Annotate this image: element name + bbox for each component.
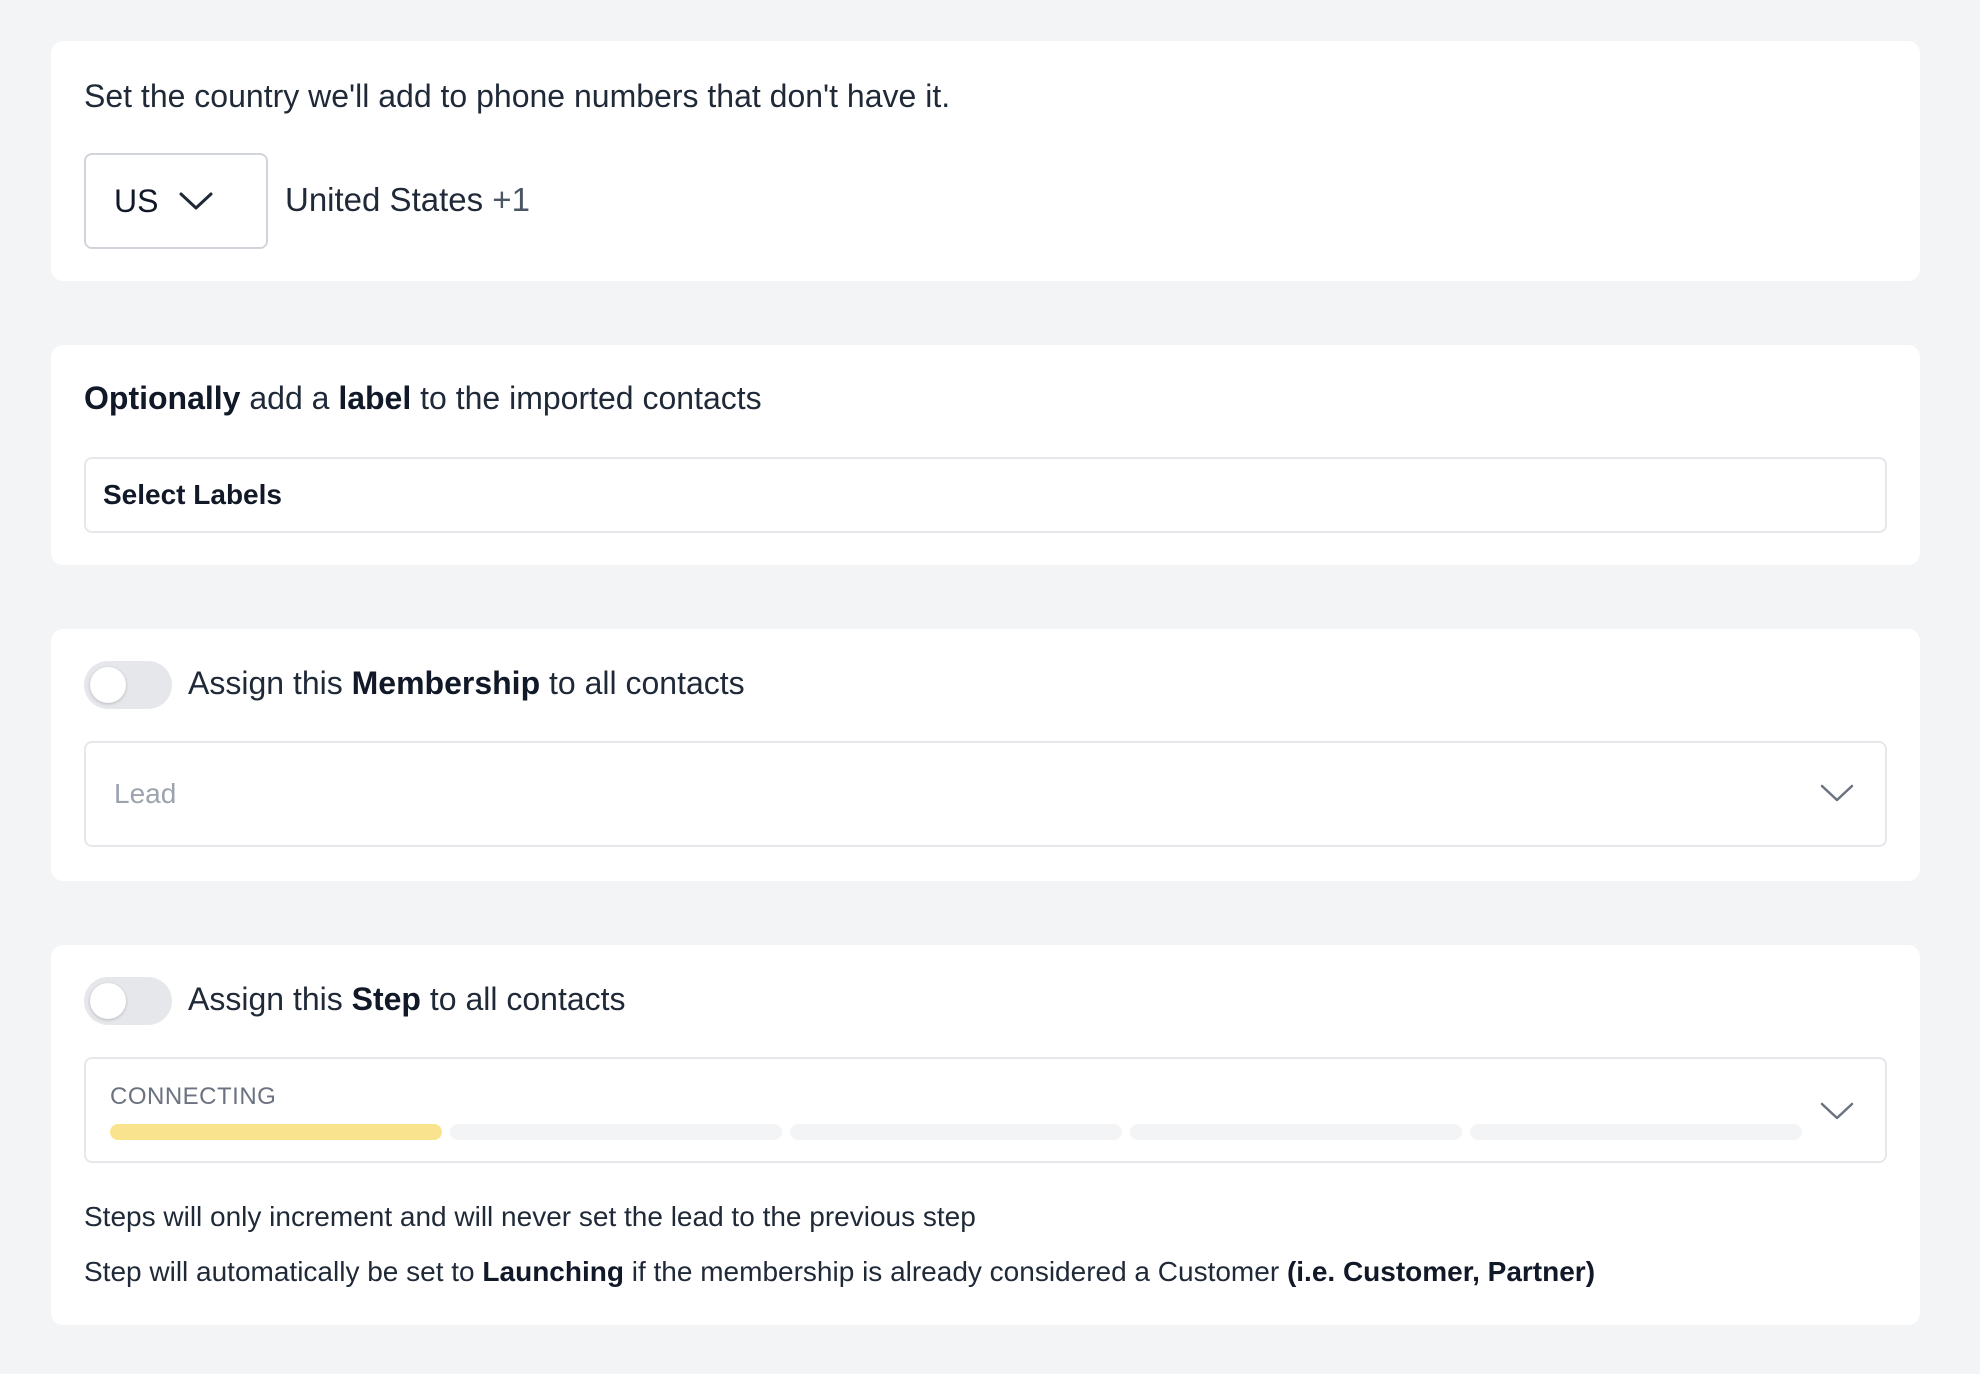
country-name-display: United States +1 <box>285 181 530 219</box>
step-note-increment: Steps will only increment and will never… <box>84 1201 976 1232</box>
membership-label-text-2: to all contacts <box>540 665 745 701</box>
label-desc-text-2: to the imported contacts <box>411 380 762 416</box>
country-card: Set the country we'll add to phone numbe… <box>51 41 1920 281</box>
toggle-knob <box>90 983 126 1019</box>
step-progress-segment <box>790 1124 1122 1140</box>
step-label-text-1: Assign this <box>188 981 352 1017</box>
select-labels-input[interactable]: Select Labels <box>84 457 1887 533</box>
membership-card: Assign this Membership to all contacts L… <box>51 629 1920 881</box>
country-dial-code: +1 <box>492 181 530 218</box>
step-label-text-2: to all contacts <box>420 981 626 1017</box>
step-progress-segment <box>110 1124 442 1140</box>
step-progress-segment <box>1470 1124 1802 1140</box>
chevron-down-icon <box>1819 1101 1855 1121</box>
label-card: Optionally add a label to the imported c… <box>51 345 1920 565</box>
step-progress-segment <box>1130 1124 1462 1140</box>
label-desc-bold-optionally: Optionally <box>84 380 241 416</box>
note-text-2: if the membership is already considered … <box>623 1256 1287 1287</box>
step-progress-segment <box>450 1124 782 1140</box>
step-toggle-label: Assign this Step to all contacts <box>188 981 626 1018</box>
membership-select[interactable]: Lead <box>84 741 1887 847</box>
membership-toggle[interactable] <box>84 661 172 709</box>
country-select[interactable]: US <box>84 153 268 249</box>
step-card: Assign this Step to all contacts CONNECT… <box>51 945 1920 1325</box>
step-note-launching: Step will automatically be set to Launch… <box>84 1256 1595 1288</box>
country-description: Set the country we'll add to phone numbe… <box>84 78 951 114</box>
step-progress-bars <box>110 1124 1802 1140</box>
country-code: US <box>114 182 159 219</box>
chevron-down-icon <box>178 191 214 211</box>
note-text-1: Step will automatically be set to <box>84 1256 483 1287</box>
label-desc-text-1: add a <box>240 380 339 416</box>
label-desc-bold-label: label <box>338 380 412 416</box>
membership-selected-value: Lead <box>114 778 177 809</box>
note-bold-examples: (i.e. Customer, Partner) <box>1286 1256 1596 1287</box>
membership-label-text-1: Assign this <box>188 665 352 701</box>
membership-label-bold: Membership <box>351 665 541 701</box>
step-toggle[interactable] <box>84 977 172 1025</box>
step-selected-name: CONNECTING <box>110 1083 277 1110</box>
toggle-knob <box>90 667 126 703</box>
step-label-bold: Step <box>351 981 421 1017</box>
step-select[interactable]: CONNECTING <box>84 1057 1887 1163</box>
membership-toggle-label: Assign this Membership to all contacts <box>188 665 745 702</box>
label-description: Optionally add a label to the imported c… <box>84 380 762 417</box>
country-name: United States <box>285 181 484 218</box>
chevron-down-icon <box>1819 783 1855 803</box>
import-settings-page: Set the country we'll add to phone numbe… <box>0 0 1980 1374</box>
note-bold-launching: Launching <box>482 1256 624 1287</box>
